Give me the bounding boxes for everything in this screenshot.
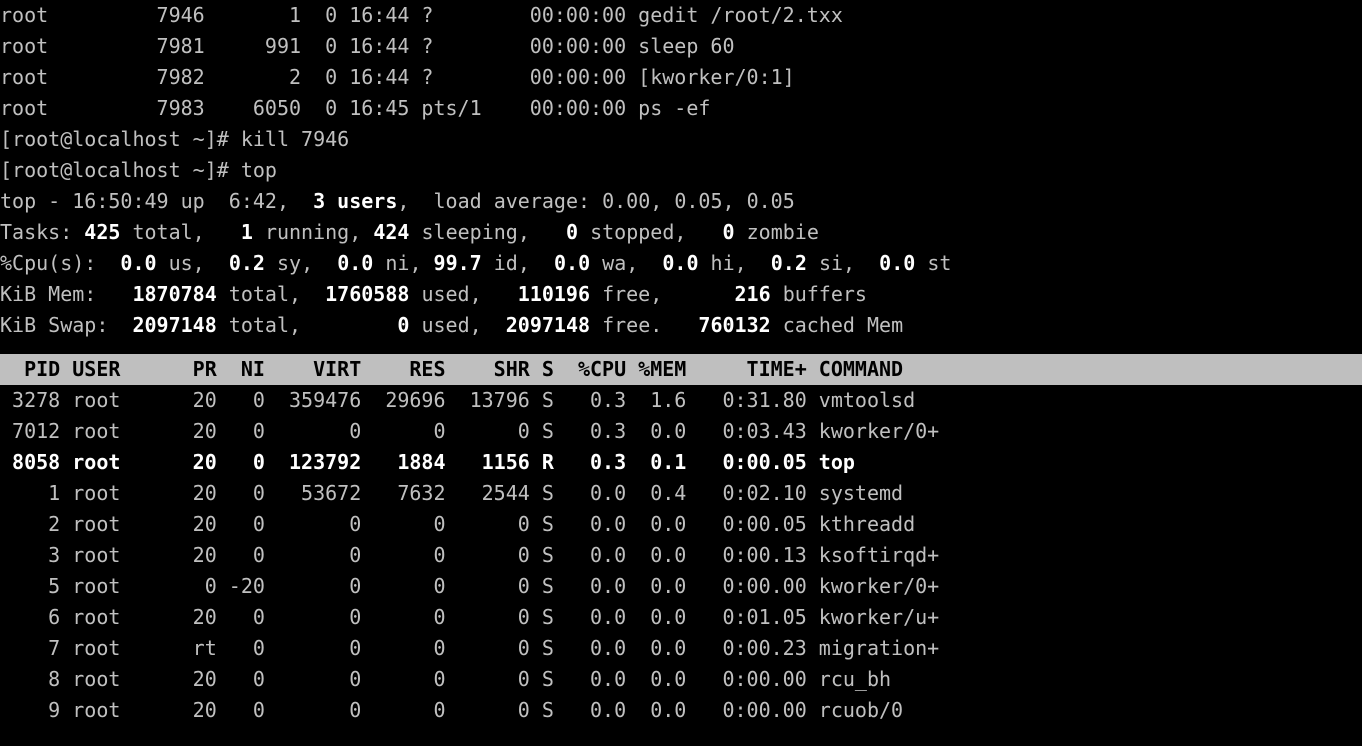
top-process-row: 7012 root 20 0 0 0 0 S 0.3 0.0 0:03.43 k… [0,416,1362,447]
top-process-row: 8058 root 20 0 123792 1884 1156 R 0.3 0.… [0,447,1362,478]
shell-prompt: [root@localhost ~]# top [0,155,1362,186]
top-process-row: 2 root 20 0 0 0 0 S 0.0 0.0 0:00.05 kthr… [0,509,1362,540]
top-process-row: 1 root 20 0 53672 7632 2544 S 0.0 0.4 0:… [0,478,1362,509]
ps-row: root 7946 1 0 16:44 ? 00:00:00 gedit /ro… [0,0,1362,31]
shell-prompt: [root@localhost ~]# kill 7946 [0,124,1362,155]
top-process-row: 7 root rt 0 0 0 0 S 0.0 0.0 0:00.23 migr… [0,633,1362,664]
top-process-row: 6 root 20 0 0 0 0 S 0.0 0.0 0:01.05 kwor… [0,602,1362,633]
ps-row: root 7982 2 0 16:44 ? 00:00:00 [kworker/… [0,62,1362,93]
terminal[interactable]: root 7946 1 0 16:44 ? 00:00:00 gedit /ro… [0,0,1362,726]
top-header-row: PID USER PR NI VIRT RES SHR S %CPU %MEM … [0,354,1362,385]
top-line-uptime: top - 16:50:49 up 6:42, 3 users, load av… [0,186,1362,217]
top-process-row: 8 root 20 0 0 0 0 S 0.0 0.0 0:00.00 rcu_… [0,664,1362,695]
ps-row: root 7983 6050 0 16:45 pts/1 00:00:00 ps… [0,93,1362,124]
ps-row: root 7981 991 0 16:44 ? 00:00:00 sleep 6… [0,31,1362,62]
top-line-mem: KiB Mem: 1870784 total, 1760588 used, 11… [0,279,1362,310]
top-line-cpu: %Cpu(s): 0.0 us, 0.2 sy, 0.0 ni, 99.7 id… [0,248,1362,279]
top-process-row: 3 root 20 0 0 0 0 S 0.0 0.0 0:00.13 ksof… [0,540,1362,571]
top-process-row: 9 root 20 0 0 0 0 S 0.0 0.0 0:00.00 rcuo… [0,695,1362,726]
top-process-row: 5 root 0 -20 0 0 0 S 0.0 0.0 0:00.00 kwo… [0,571,1362,602]
top-process-row: 3278 root 20 0 359476 29696 13796 S 0.3 … [0,385,1362,416]
top-line-tasks: Tasks: 425 total, 1 running, 424 sleepin… [0,217,1362,248]
top-line-swap: KiB Swap: 2097148 total, 0 used, 2097148… [0,310,1362,341]
